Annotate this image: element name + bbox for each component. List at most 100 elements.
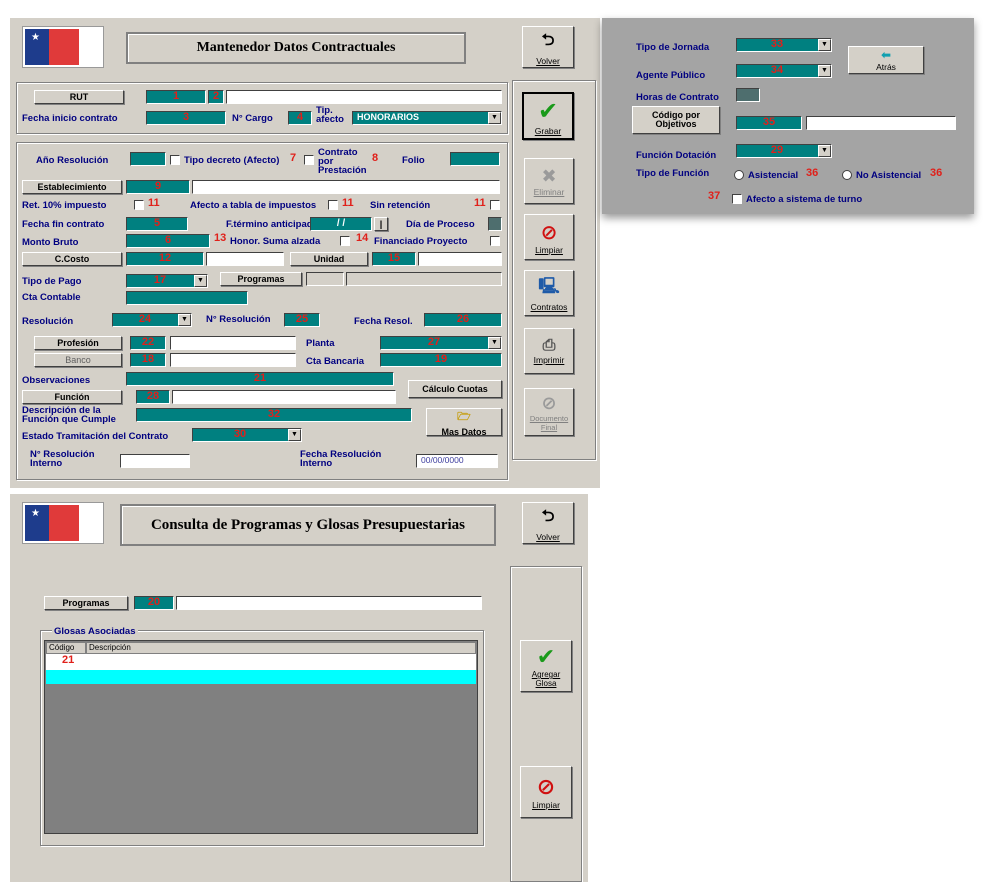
estado-select[interactable]: 30 ▼ — [192, 428, 302, 442]
chevron-down-icon[interactable]: ▼ — [818, 65, 831, 77]
ccosto-field[interactable]: 12 — [126, 252, 204, 266]
establecimiento-button[interactable]: Establecimiento — [22, 180, 122, 194]
grid-col-codigo[interactable]: Código — [46, 642, 86, 654]
eliminar-button[interactable]: ✖ Eliminar — [524, 158, 574, 204]
ret-checkbox[interactable] — [134, 200, 144, 210]
establecimiento-field[interactable]: 9 — [126, 180, 190, 194]
ccosto-name-field[interactable] — [206, 252, 284, 266]
banco-field[interactable]: 18 — [130, 353, 166, 367]
banco-name-field[interactable] — [170, 353, 296, 367]
nombre-field[interactable] — [226, 90, 502, 104]
funcion-dotacion-select[interactable]: 29 ▼ — [736, 144, 832, 158]
chevron-down-icon[interactable]: ▼ — [194, 275, 207, 287]
fecha-fin-field[interactable]: 5 — [126, 217, 188, 231]
fecha-inicio-field[interactable]: 3 — [146, 111, 226, 125]
codigo-objetivos-name-field[interactable] — [806, 116, 956, 130]
funcion-button[interactable]: Función — [22, 390, 122, 404]
limpiar-button[interactable]: ⊘ Limpiar — [524, 214, 574, 260]
logo-image-2: ★ — [22, 502, 104, 544]
imprimir-button[interactable]: ⎙ Imprimir — [524, 328, 574, 374]
funcion-name-field[interactable] — [172, 390, 396, 404]
volver-button-2[interactable]: ⮌ Volver — [522, 502, 574, 544]
profesion-field[interactable]: 22 — [130, 336, 166, 350]
codigo-objetivos-field[interactable]: 35 — [736, 116, 802, 130]
programas-button[interactable]: Programas — [220, 272, 302, 286]
unidad-field[interactable]: 15 — [372, 252, 416, 266]
fecha-resol-field[interactable]: 26 — [424, 313, 502, 327]
sin-retencion-checkbox[interactable] — [490, 200, 500, 210]
f-termino-field[interactable]: / / — [310, 217, 372, 231]
afecto-tabla-checkbox[interactable] — [328, 200, 338, 210]
programas-button-2[interactable]: Programas — [44, 596, 128, 610]
chevron-down-icon[interactable]: ▼ — [818, 39, 831, 51]
funcion-field[interactable]: 28 — [136, 390, 170, 404]
dia-proceso-field[interactable] — [488, 217, 502, 231]
establecimiento-name-field[interactable] — [192, 180, 500, 194]
atras-button[interactable]: ⬅ Atrás — [848, 46, 924, 74]
profesion-name-field[interactable] — [170, 336, 296, 350]
chevron-down-icon[interactable]: ▼ — [488, 112, 501, 124]
programa-name-field[interactable] — [346, 272, 502, 286]
planta-select[interactable]: 27 ▼ — [380, 336, 502, 350]
folio-field[interactable] — [450, 152, 500, 166]
no-asistencial-radio[interactable] — [842, 170, 852, 180]
calculo-cuotas-button[interactable]: Cálculo Cuotas — [408, 380, 502, 398]
grid-row-1[interactable] — [46, 654, 476, 670]
contratos-button[interactable]: 🖳 Contratos — [524, 270, 574, 316]
fecha-inicio-label: Fecha inicio contrato — [22, 113, 118, 124]
observaciones-field[interactable]: 21 — [126, 372, 394, 386]
afecto-turno-checkbox[interactable] — [732, 194, 742, 204]
grabar-button[interactable]: ✔ Grabar — [522, 92, 574, 140]
volver-button[interactable]: ⮌ Volver — [522, 26, 574, 68]
grid-col-descripcion[interactable]: Descripción — [86, 642, 476, 654]
tipo-pago-select[interactable]: 17 ▼ — [126, 274, 208, 288]
descripcion-field[interactable]: 32 — [136, 408, 412, 422]
n-resol-interno-field[interactable] — [120, 454, 190, 468]
resolucion-select[interactable]: 24 ▼ — [112, 313, 192, 327]
rut-dv-field[interactable]: 2 — [208, 90, 224, 104]
checkmark-icon: ✔ — [536, 644, 556, 669]
programa-field-2[interactable]: 20 — [134, 596, 174, 610]
programa-name-field-2[interactable] — [176, 596, 482, 610]
profesion-button[interactable]: Profesión — [34, 336, 122, 350]
limpiar-button-2[interactable]: ⊘ Limpiar — [520, 766, 572, 818]
contrato-prestacion-checkbox[interactable] — [304, 155, 314, 165]
chevron-down-icon[interactable]: ▼ — [818, 145, 831, 157]
honor-checkbox[interactable] — [340, 236, 350, 246]
anio-resolucion-field[interactable] — [130, 152, 166, 166]
tipo-decreto-checkbox[interactable] — [170, 155, 180, 165]
unidad-button[interactable]: Unidad — [290, 252, 368, 266]
fecha-resol-label: Fecha Resol. — [354, 316, 413, 327]
chevron-down-icon[interactable]: ▼ — [288, 429, 301, 441]
agregar-glosa-button[interactable]: ✔ Agregar Glosa — [520, 640, 572, 692]
ccosto-button[interactable]: C.Costo — [22, 252, 122, 266]
rut-button[interactable]: RUT — [34, 90, 124, 104]
chevron-down-icon[interactable]: ▼ — [178, 314, 191, 326]
num-14-marker: 14 — [356, 232, 369, 244]
chevron-down-icon[interactable]: ▼ — [488, 337, 501, 349]
cta-contable-field[interactable] — [126, 291, 248, 305]
documento-final-button[interactable]: ⊘ Documento Final — [524, 388, 574, 436]
agente-publico-select[interactable]: 34 ▼ — [736, 64, 832, 78]
glosas-label: Glosas Asociadas — [52, 626, 138, 637]
mas-datos-button[interactable]: 🗁 Mas Datos — [426, 408, 502, 437]
horas-contrato-field[interactable] — [736, 88, 760, 102]
funcion-dotacion-label: Función Dotación — [636, 150, 717, 161]
tipo-afecto-select[interactable]: HONORARIOS ▼ — [352, 111, 502, 125]
fecha-resol-interno-field[interactable]: 00/00/0000 — [416, 454, 498, 468]
rut-field[interactable]: 1 — [146, 90, 206, 104]
programa-field[interactable] — [306, 272, 344, 286]
unidad-name-field[interactable] — [418, 252, 502, 266]
codigo-objetivos-button[interactable]: Código por Objetivos — [632, 106, 720, 134]
financiado-checkbox[interactable] — [490, 236, 500, 246]
no-entry-icon: ⊘ — [536, 774, 556, 799]
banco-button[interactable]: Banco — [34, 353, 122, 367]
grid-row-selected[interactable] — [46, 670, 476, 684]
monto-bruto-field[interactable]: 6 — [126, 234, 210, 248]
cta-bancaria-field[interactable]: 19 — [380, 353, 502, 367]
asistencial-radio[interactable] — [734, 170, 744, 180]
n-cargo-field[interactable]: 4 — [288, 111, 312, 125]
n-resolucion-field[interactable]: 25 — [284, 313, 320, 327]
f-termino-button[interactable]: | — [374, 217, 388, 231]
tipo-jornada-select[interactable]: 33 ▼ — [736, 38, 832, 52]
